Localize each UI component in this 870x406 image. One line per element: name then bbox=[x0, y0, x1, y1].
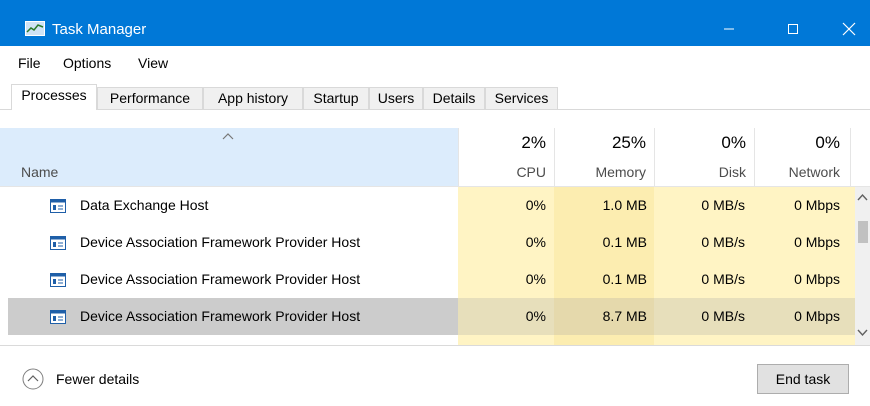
network-value: 0 Mbps bbox=[794, 234, 840, 250]
tab-processes[interactable]: Processes bbox=[11, 84, 97, 110]
process-row[interactable]: Device Association Framework Provider Ho… bbox=[0, 261, 855, 298]
process-name: Data Exchange Host bbox=[80, 197, 209, 213]
name-header-label: Name bbox=[21, 164, 59, 180]
disk-header-label: Disk bbox=[718, 164, 746, 180]
tab-users[interactable]: Users bbox=[369, 87, 423, 109]
disk-value: 0 MB/s bbox=[701, 234, 745, 250]
process-name: Device Association Framework Provider Ho… bbox=[80, 271, 361, 287]
vertical-scrollbar[interactable] bbox=[855, 187, 870, 345]
tab-divider bbox=[0, 109, 870, 110]
process-icon bbox=[50, 310, 66, 324]
memory-value: 0.1 MB bbox=[602, 234, 647, 250]
network-value: 0 Mbps bbox=[794, 197, 840, 213]
menu-file[interactable]: File bbox=[18, 55, 41, 71]
process-icon bbox=[50, 199, 66, 213]
disk-percent: 0% bbox=[721, 133, 746, 152]
column-separator bbox=[458, 128, 459, 186]
disk-value: 0 MB/s bbox=[701, 271, 745, 287]
process-name: Device Association Framework Provider Ho… bbox=[80, 308, 361, 324]
memory-percent: 25% bbox=[611, 133, 646, 152]
window-title: Task Manager bbox=[52, 21, 147, 38]
memory-value: 0.1 MB bbox=[602, 271, 647, 287]
scroll-down-icon[interactable] bbox=[857, 329, 868, 337]
maximize-icon bbox=[788, 24, 798, 34]
end-task-button[interactable]: End task bbox=[757, 364, 849, 394]
title-bar: Task Manager bbox=[0, 0, 870, 46]
close-button[interactable] bbox=[826, 14, 870, 44]
network-value: 0 Mbps bbox=[794, 308, 840, 324]
name-column-header[interactable]: Name bbox=[0, 128, 458, 186]
cpu-value: 0% bbox=[525, 234, 546, 250]
maximize-button[interactable] bbox=[770, 14, 816, 44]
fewer-details-chevron-up-icon[interactable] bbox=[22, 368, 44, 390]
network-header-label: Network bbox=[788, 164, 840, 180]
minimize-icon bbox=[724, 28, 734, 30]
task-manager-icon bbox=[25, 21, 45, 36]
cpu-value: 0% bbox=[525, 271, 546, 287]
process-icon bbox=[50, 236, 66, 250]
tab-app-history[interactable]: App history bbox=[203, 87, 303, 109]
menu-view[interactable]: View bbox=[138, 55, 168, 71]
column-separator bbox=[554, 128, 555, 186]
menu-options[interactable]: Options bbox=[63, 55, 111, 71]
column-separator bbox=[654, 128, 655, 186]
tab-performance[interactable]: Performance bbox=[97, 87, 203, 109]
column-separator bbox=[850, 128, 851, 186]
minimize-button[interactable] bbox=[706, 14, 752, 44]
close-icon bbox=[842, 22, 856, 36]
memory-value: 8.7 MB bbox=[602, 308, 647, 324]
cpu-header-label: CPU bbox=[516, 164, 546, 180]
column-separator bbox=[754, 128, 755, 186]
memory-header-label: Memory bbox=[595, 164, 646, 180]
process-row[interactable]: Device Association Framework Provider Ho… bbox=[0, 224, 855, 261]
tab-services[interactable]: Services bbox=[485, 87, 558, 109]
disk-value: 0 MB/s bbox=[701, 197, 745, 213]
process-row-selected[interactable]: Device Association Framework Provider Ho… bbox=[0, 298, 855, 335]
column-header: Name 2% CPU 25% Memory 0% Disk 0% Networ… bbox=[0, 128, 870, 187]
sort-ascending-icon bbox=[222, 133, 234, 140]
menu-bar: File Options View bbox=[0, 51, 870, 75]
tab-startup[interactable]: Startup bbox=[303, 87, 369, 109]
process-row[interactable]: Data Exchange Host 0% 1.0 MB 0 MB/s 0 Mb… bbox=[0, 187, 855, 224]
tab-details[interactable]: Details bbox=[423, 87, 485, 109]
scroll-up-icon[interactable] bbox=[857, 193, 868, 201]
tab-strip: Processes Performance App history Startu… bbox=[0, 84, 870, 110]
process-name: Device Association Framework Provider Ho… bbox=[80, 234, 361, 250]
cpu-percent: 2% bbox=[521, 133, 546, 152]
fewer-details-link[interactable]: Fewer details bbox=[56, 371, 139, 387]
cpu-value: 0% bbox=[525, 197, 546, 213]
network-percent: 0% bbox=[815, 133, 840, 152]
scroll-thumb[interactable] bbox=[858, 221, 868, 243]
footer-divider bbox=[0, 345, 870, 346]
disk-value: 0 MB/s bbox=[701, 308, 745, 324]
network-value: 0 Mbps bbox=[794, 271, 840, 287]
memory-value: 1.0 MB bbox=[602, 197, 647, 213]
cpu-value: 0% bbox=[525, 308, 546, 324]
process-icon bbox=[50, 273, 66, 287]
